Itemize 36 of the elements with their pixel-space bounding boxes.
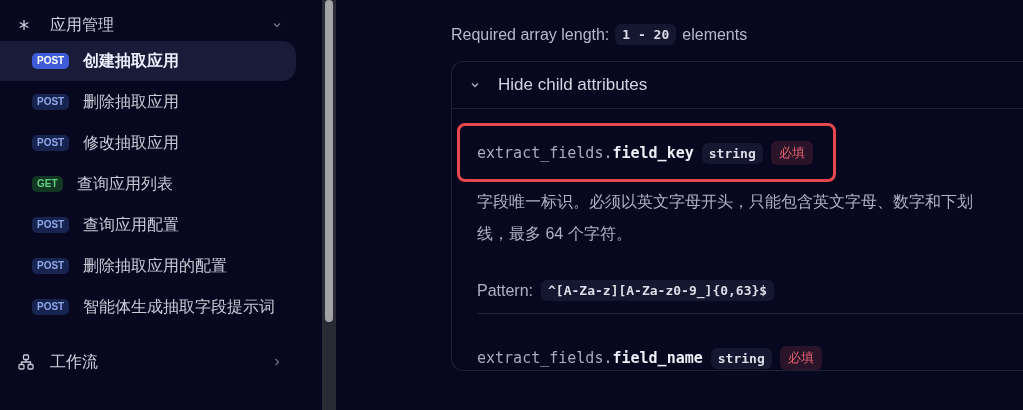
required-tag: 必填 xyxy=(770,141,813,165)
scrollbar[interactable] xyxy=(322,0,336,410)
chevron-icon[interactable] xyxy=(272,357,282,367)
field-name: extract_fields.field_key xyxy=(477,144,694,162)
pattern-value: ^[A-Za-z][A-Za-z0-9_]{0,63}$ xyxy=(541,280,775,301)
type-tag: string xyxy=(710,347,772,369)
length-value: 1 - 20 xyxy=(615,24,677,45)
required-tag: 必填 xyxy=(779,346,822,370)
field-description: 字段唯一标识。必须以英文字母开头，只能包含英文字母、数字和下划线，最多 64 个字符。 xyxy=(477,192,974,244)
toggle-button[interactable]: Hide child attributes xyxy=(452,62,1023,109)
method-badge: POST xyxy=(32,53,70,69)
nav-item[interactable]: POST 智能体生成抽取字段提示词 xyxy=(0,287,296,327)
section-title[interactable]: 应用管理 xyxy=(50,14,252,36)
section-title[interactable]: 工作流 xyxy=(50,351,256,373)
hierarchy-icon xyxy=(18,354,34,370)
method-badge: POST xyxy=(32,258,70,274)
nav-item[interactable]: POST 删除抽取应用 xyxy=(0,82,296,122)
scrollbar-thumb[interactable] xyxy=(325,0,333,322)
method-badge: POST xyxy=(32,299,70,315)
asterisk-icon xyxy=(18,19,30,31)
nav-item[interactable]: GET 查询应用列表 xyxy=(0,164,296,204)
method-badge: GET xyxy=(32,176,63,192)
field-name: extract_fields.field_name xyxy=(477,349,703,367)
nav-item[interactable]: POST 删除抽取应用的配置 xyxy=(0,246,296,286)
nav-item[interactable]: POST 修改抽取应用 xyxy=(0,123,296,163)
nav-item[interactable]: POST 创建抽取应用 xyxy=(0,41,296,81)
method-badge: POST xyxy=(32,217,70,233)
chevron-icon[interactable] xyxy=(272,20,282,30)
length-suffix: elements xyxy=(682,25,748,44)
method-badge: POST xyxy=(32,94,70,110)
type-tag: string xyxy=(701,142,763,164)
nav-item[interactable]: POST 查询应用配置 xyxy=(0,205,296,245)
pattern-label: Pattern: xyxy=(477,281,534,300)
method-badge: POST xyxy=(32,135,70,151)
chevron-icon xyxy=(470,80,480,90)
length-label: Required array length: xyxy=(451,25,610,44)
